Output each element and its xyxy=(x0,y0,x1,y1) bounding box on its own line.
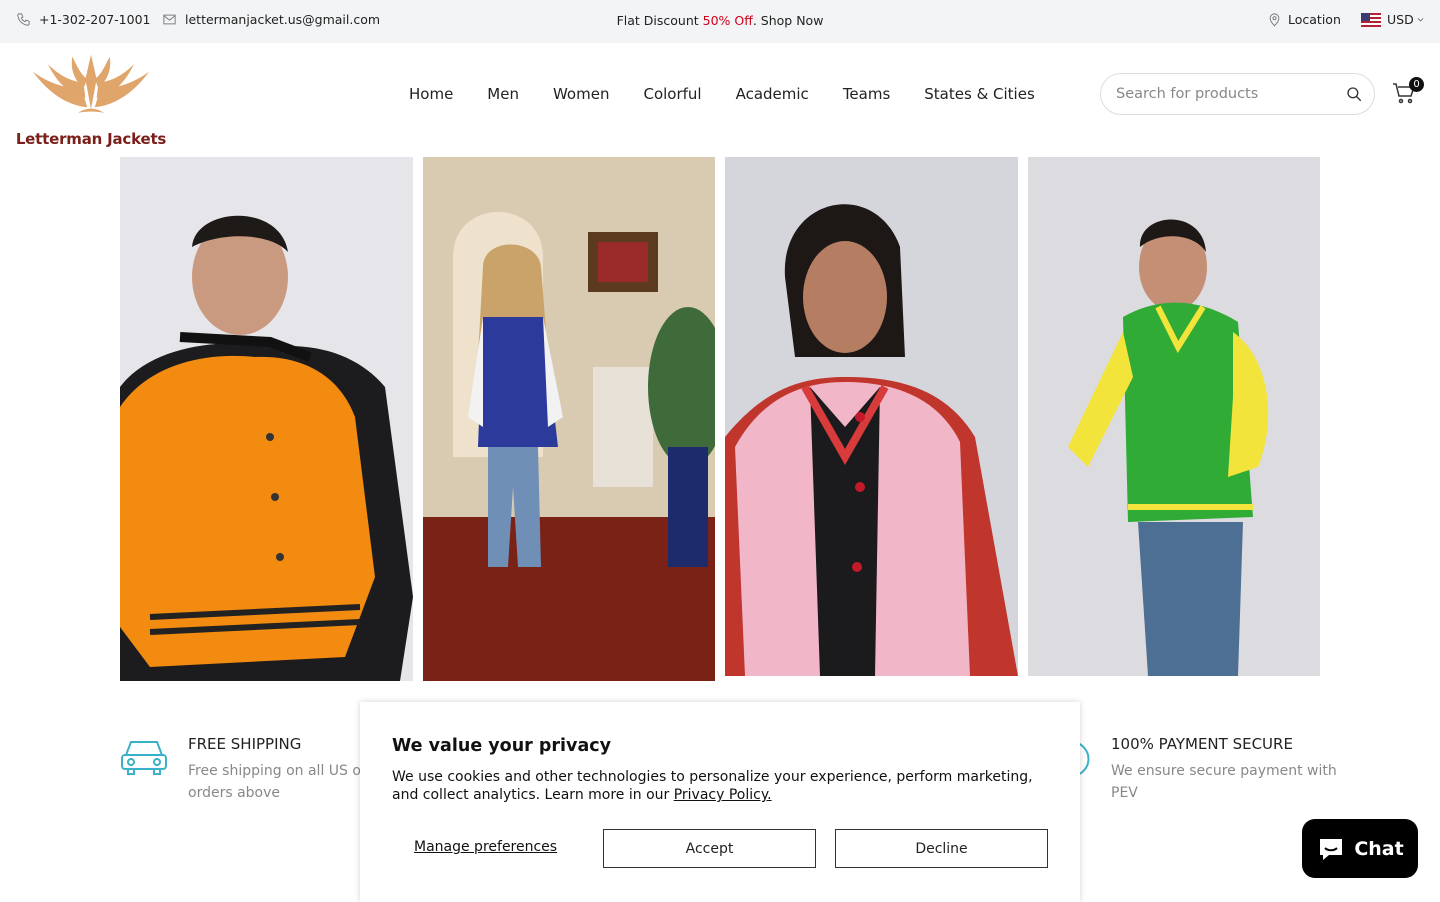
privacy-policy-link[interactable]: Privacy Policy. xyxy=(674,787,772,803)
nav-women[interactable]: Women xyxy=(553,85,609,103)
video-tile-blue-jacket[interactable] xyxy=(423,157,715,681)
currency-label: USD xyxy=(1387,12,1414,27)
chat-label: Chat xyxy=(1354,837,1404,860)
orange-jacket-image xyxy=(120,157,413,681)
search-input[interactable] xyxy=(1116,74,1336,114)
wings-logo-icon xyxy=(32,54,150,113)
chat-bubble-icon xyxy=(1320,838,1343,860)
chat-button[interactable]: Chat xyxy=(1302,819,1418,878)
cart-count-badge: 0 xyxy=(1409,77,1424,92)
location-label: Location xyxy=(1288,12,1341,27)
green-jacket-image xyxy=(1028,157,1320,676)
car-icon xyxy=(121,741,167,775)
currency-selector[interactable]: USD xyxy=(1361,12,1425,27)
feature-desc: We ensure secure payment with PEV xyxy=(1111,763,1337,801)
search-box xyxy=(1100,73,1375,115)
promo-shop-now[interactable]: . Shop Now xyxy=(753,13,824,28)
nav-teams[interactable]: Teams xyxy=(843,85,890,103)
blue-jacket-image xyxy=(423,157,715,681)
nav-academic[interactable]: Academic xyxy=(736,85,809,103)
cookie-banner: We value your privacy We use cookies and… xyxy=(360,702,1080,902)
top-bar: +1-302-207-1001 lettermanjacket.us@gmail… xyxy=(0,0,1440,43)
site-header: Letterman Jackets Home Men Women Colorfu… xyxy=(0,43,1440,153)
nav-states-cities[interactable]: States & Cities xyxy=(924,85,1035,103)
main-nav: Home Men Women Colorful Academic Teams S… xyxy=(409,85,1069,103)
site-logo[interactable]: Letterman Jackets xyxy=(15,51,167,148)
chevron-down-icon xyxy=(1417,18,1424,22)
pink-jacket-image xyxy=(725,157,1018,676)
feature-secure-payment: 100% PAYMENT SECURE We ensure secure pay… xyxy=(1111,735,1341,804)
nav-home[interactable]: Home xyxy=(409,85,453,103)
logo-text: Letterman Jackets xyxy=(15,130,167,148)
promo-highlight: 50% Off xyxy=(702,13,753,28)
video-tile-green-jacket[interactable] xyxy=(1028,157,1320,676)
nav-colorful[interactable]: Colorful xyxy=(643,85,701,103)
video-tile-orange-jacket[interactable] xyxy=(120,157,413,681)
feature-title: 100% PAYMENT SECURE xyxy=(1111,735,1293,753)
accept-button[interactable]: Accept xyxy=(603,829,816,868)
us-flag-icon xyxy=(1361,12,1381,27)
cookie-text: We use cookies and other technologies to… xyxy=(392,768,1052,804)
video-tile-pink-jacket[interactable] xyxy=(725,157,1018,676)
location-link[interactable]: Location xyxy=(1267,12,1341,27)
search-icon[interactable] xyxy=(1345,85,1363,103)
nav-men[interactable]: Men xyxy=(487,85,519,103)
promo-prefix: Flat Discount xyxy=(616,13,703,28)
location-pin-icon xyxy=(1269,13,1280,27)
decline-button[interactable]: Decline xyxy=(835,829,1048,868)
manage-preferences-link[interactable]: Manage preferences xyxy=(414,839,557,855)
cookie-title: We value your privacy xyxy=(392,736,612,756)
promo-banner: Flat Discount 50% Off. Shop Now xyxy=(0,13,1440,28)
